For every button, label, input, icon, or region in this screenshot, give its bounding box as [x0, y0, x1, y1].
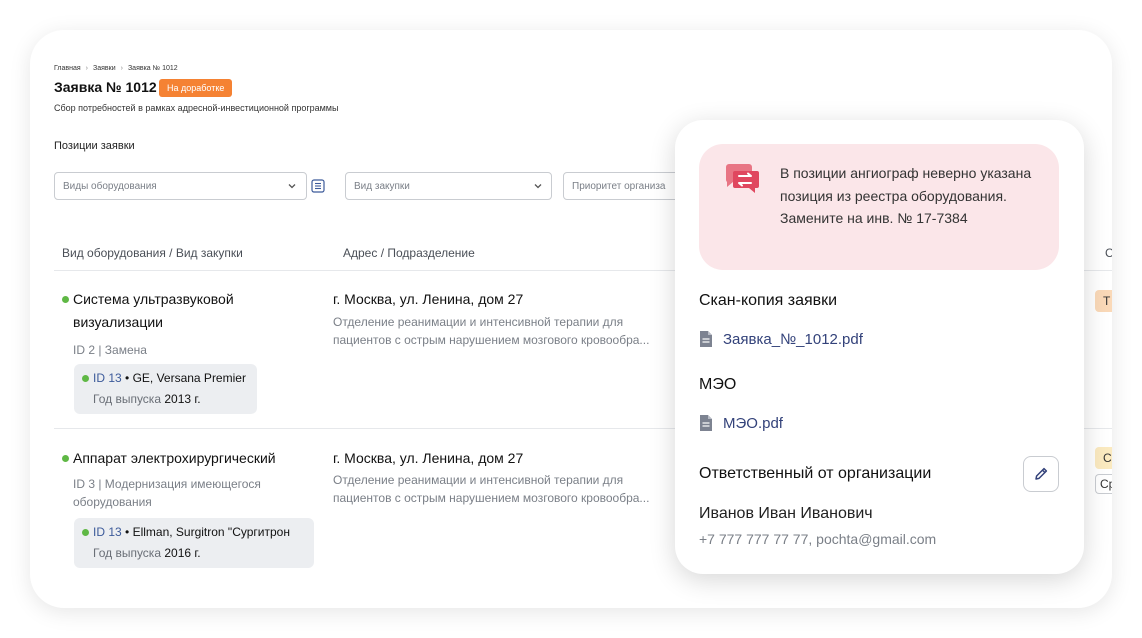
department-line-2: пациентов с острым нарушением мозгового …: [333, 333, 650, 347]
meo-title: МЭО: [699, 376, 737, 393]
document-icon: [700, 331, 712, 347]
positions-section-title: Позиции заявки: [54, 140, 135, 152]
department-line-1: Отделение реанимации и интенсивной терап…: [333, 473, 624, 487]
comment-text: В позиции ангиограф неверно указана пози…: [780, 165, 1032, 226]
page-subtitle: Сбор потребностей в рамках адресной-инве…: [54, 103, 339, 113]
meo-file-name[interactable]: МЭО.pdf: [723, 415, 783, 432]
priority-placeholder: Приоритет организа: [572, 181, 666, 192]
inventory-chip[interactable]: ID 13 • GE, Versana Premier Год выпуска …: [74, 364, 257, 414]
year-value: 2013 г.: [164, 392, 201, 406]
edit-responsible-button[interactable]: [1023, 456, 1059, 492]
inventory-chip[interactable]: ID 13 • Ellman, Surgitron "Сургитрон Год…: [74, 518, 314, 568]
active-status-dot: [82, 529, 89, 536]
chevron-down-icon: [534, 184, 542, 189]
responsible-title: Ответственный от организации: [699, 465, 932, 482]
year-label: Год выпуска: [93, 392, 161, 406]
year-value: 2016 г.: [164, 546, 201, 560]
purchase-type-placeholder: Вид закупки: [354, 181, 410, 192]
inventory-model: GE, Versana Premier: [132, 371, 246, 385]
scan-file-name[interactable]: Заявка_№_1012.pdf: [723, 331, 863, 348]
document-icon: [700, 415, 712, 431]
active-status-dot: [82, 375, 89, 382]
responsible-contact: +7 777 777 77 77, pochta@gmail.com: [699, 531, 937, 547]
breadcrumb-current: Заявка № 1012: [127, 65, 178, 72]
meo-file-link[interactable]: МЭО.pdf: [699, 414, 783, 432]
comment-popup: В позиции ангиограф неверно указана пози…: [675, 120, 1084, 574]
equipment-type-placeholder: Виды оборудования: [63, 181, 157, 192]
inventory-model: Ellman, Surgitron "Сургитрон: [132, 525, 290, 539]
column-header-extra[interactable]: С: [1105, 246, 1112, 260]
department-line-1: Отделение реанимации и интенсивной терап…: [333, 315, 624, 329]
equipment-meta: ID 2 | Замена: [73, 343, 147, 357]
comment-message: В позиции ангиограф неверно указана пози…: [699, 144, 1059, 270]
breadcrumb-separator-icon: ›: [120, 65, 123, 72]
list-icon[interactable]: [311, 179, 325, 193]
row-tag: Т: [1095, 290, 1112, 312]
row-tag-secondary: Ср: [1095, 474, 1112, 494]
address: г. Москва, ул. Ленина, дом 27: [333, 291, 524, 307]
department-line-2: пациентов с острым нарушением мозгового …: [333, 491, 650, 505]
address: г. Москва, ул. Ленина, дом 27: [333, 450, 524, 466]
equipment-meta: ID 3 | Модернизация имеющегося оборудова…: [73, 477, 261, 509]
row-tag: С: [1095, 447, 1112, 469]
breadcrumb-separator-icon: ›: [85, 65, 88, 72]
equipment-type-select[interactable]: Виды оборудования: [54, 172, 307, 200]
column-header-equipment[interactable]: Вид оборудования / Вид закупки: [62, 246, 243, 260]
purchase-type-select[interactable]: Вид закупки: [345, 172, 552, 200]
status-badge: На доработке: [159, 79, 233, 97]
responsible-name: Иванов Иван Иванович: [699, 505, 873, 522]
inventory-id: ID 13: [93, 525, 122, 539]
equipment-name[interactable]: Аппарат электрохирургический: [73, 447, 276, 470]
scan-copy-title: Скан-копия заявки: [699, 292, 838, 309]
breadcrumb: Главная › Заявки › Заявка № 1012: [54, 65, 178, 72]
chevron-down-icon: [288, 184, 296, 189]
pencil-icon: [1035, 467, 1048, 480]
inventory-id: ID 13: [93, 371, 122, 385]
active-status-dot: [62, 296, 69, 303]
chat-swap-icon: [726, 164, 759, 193]
scan-file-link[interactable]: Заявка_№_1012.pdf: [699, 330, 863, 348]
equipment-name[interactable]: Система ультразвуковой визуализации: [73, 288, 293, 334]
active-status-dot: [62, 455, 69, 462]
breadcrumb-home[interactable]: Главная: [54, 65, 81, 72]
column-header-address[interactable]: Адрес / Подразделение: [343, 246, 475, 260]
year-label: Год выпуска: [93, 546, 161, 560]
breadcrumb-applications[interactable]: Заявки: [93, 65, 116, 72]
page-title: Заявка № 1012: [54, 79, 157, 95]
